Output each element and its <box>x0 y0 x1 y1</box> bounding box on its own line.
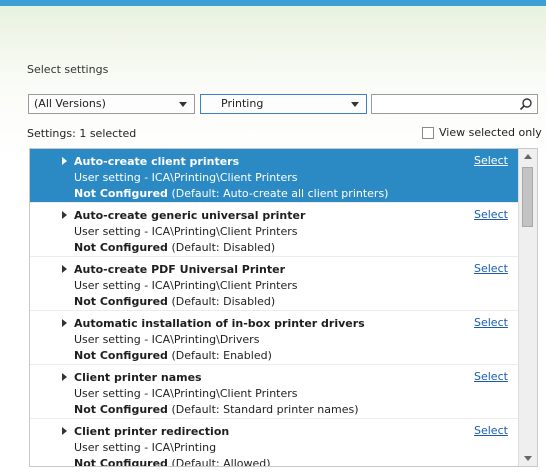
settings-count: Settings: 1 selected <box>27 127 136 140</box>
expand-arrow-icon[interactable] <box>62 211 67 219</box>
setting-default: (Default: Standard printer names) <box>171 403 359 416</box>
select-link[interactable]: Select <box>474 262 508 275</box>
setting-status: Not Configured <box>74 349 168 362</box>
chevron-down-icon <box>179 102 187 107</box>
setting-row[interactable]: Client printer redirection User setting … <box>30 419 521 467</box>
setting-row[interactable]: Auto-create client printers User setting… <box>30 149 521 203</box>
category-dropdown[interactable]: Printing <box>200 94 367 114</box>
expand-arrow-icon[interactable] <box>62 157 67 165</box>
setting-path: User setting - ICA\Printing\Drivers <box>74 333 260 346</box>
setting-status-line: Not Configured (Default: Enabled) <box>74 348 521 364</box>
expand-arrow-icon[interactable] <box>62 319 67 327</box>
setting-name: Client printer redirection <box>74 425 230 438</box>
view-selected-only-checkbox[interactable] <box>422 126 434 139</box>
select-link[interactable]: Select <box>474 208 508 221</box>
setting-row[interactable]: Automatic installation of in-box printer… <box>30 311 521 365</box>
window-top-strip <box>0 0 546 6</box>
setting-path: User setting - ICA\Printing\Client Print… <box>74 279 298 292</box>
expand-arrow-icon[interactable] <box>62 373 67 381</box>
setting-default: (Default: Auto-create all client printer… <box>171 187 389 200</box>
version-dropdown[interactable]: (All Versions) <box>28 94 195 114</box>
chevron-down-icon <box>351 102 359 107</box>
vertical-scrollbar[interactable] <box>518 149 537 466</box>
setting-name: Auto-create PDF Universal Printer <box>74 263 286 276</box>
select-link[interactable]: Select <box>474 370 508 383</box>
select-link[interactable]: Select <box>474 424 508 437</box>
setting-status: Not Configured <box>74 457 168 467</box>
setting-status-line: Not Configured (Default: Auto-create all… <box>74 186 521 202</box>
setting-status: Not Configured <box>74 241 168 254</box>
setting-row[interactable]: Auto-create PDF Universal Printer User s… <box>30 257 521 311</box>
setting-status-line: Not Configured (Default: Allowed) <box>74 456 521 467</box>
settings-count-value: 1 selected <box>79 127 137 140</box>
version-dropdown-value: (All Versions) <box>34 97 106 110</box>
setting-status-line: Not Configured (Default: Standard printe… <box>74 402 521 418</box>
setting-path: User setting - ICA\Printing\Client Print… <box>74 171 298 184</box>
setting-status: Not Configured <box>74 295 168 308</box>
setting-default: (Default: Enabled) <box>171 349 272 362</box>
view-selected-only-label: View selected only <box>439 126 542 139</box>
view-selected-only-toggle[interactable]: View selected only <box>422 126 542 139</box>
settings-list[interactable]: Auto-create client printers User setting… <box>29 148 538 467</box>
setting-path: User setting - ICA\Printing <box>74 441 217 454</box>
setting-name: Client printer names <box>74 371 202 384</box>
setting-row[interactable]: Client printer names User setting - ICA\… <box>30 365 521 419</box>
magnifier-icon[interactable] <box>519 97 533 111</box>
settings-count-label: Settings: <box>27 127 76 140</box>
setting-default: (Default: Allowed) <box>171 457 271 467</box>
settings-rows: Auto-create client printers User setting… <box>30 149 521 467</box>
scroll-down-icon[interactable] <box>524 456 532 461</box>
search-box[interactable] <box>371 94 538 114</box>
scrollbar-thumb[interactable] <box>522 167 533 227</box>
section-title: Select settings <box>27 63 109 76</box>
scroll-up-icon[interactable] <box>524 154 532 159</box>
setting-default: (Default: Disabled) <box>171 241 276 254</box>
setting-status-line: Not Configured (Default: Disabled) <box>74 240 521 256</box>
search-input[interactable] <box>375 96 519 114</box>
setting-status-line: Not Configured (Default: Disabled) <box>74 294 521 310</box>
expand-arrow-icon[interactable] <box>62 265 67 273</box>
setting-status: Not Configured <box>74 403 168 416</box>
setting-name: Auto-create generic universal printer <box>74 209 306 222</box>
setting-status: Not Configured <box>74 187 168 200</box>
category-dropdown-value: Printing <box>221 97 264 110</box>
select-link[interactable]: Select <box>474 316 508 329</box>
expand-arrow-icon[interactable] <box>62 427 67 435</box>
setting-path: User setting - ICA\Printing\Client Print… <box>74 225 298 238</box>
setting-name: Auto-create client printers <box>74 155 240 168</box>
setting-path: User setting - ICA\Printing\Client Print… <box>74 387 298 400</box>
setting-default: (Default: Disabled) <box>171 295 276 308</box>
setting-row[interactable]: Auto-create generic universal printer Us… <box>30 203 521 257</box>
setting-name: Automatic installation of in-box printer… <box>74 317 365 330</box>
select-link[interactable]: Select <box>474 154 508 167</box>
